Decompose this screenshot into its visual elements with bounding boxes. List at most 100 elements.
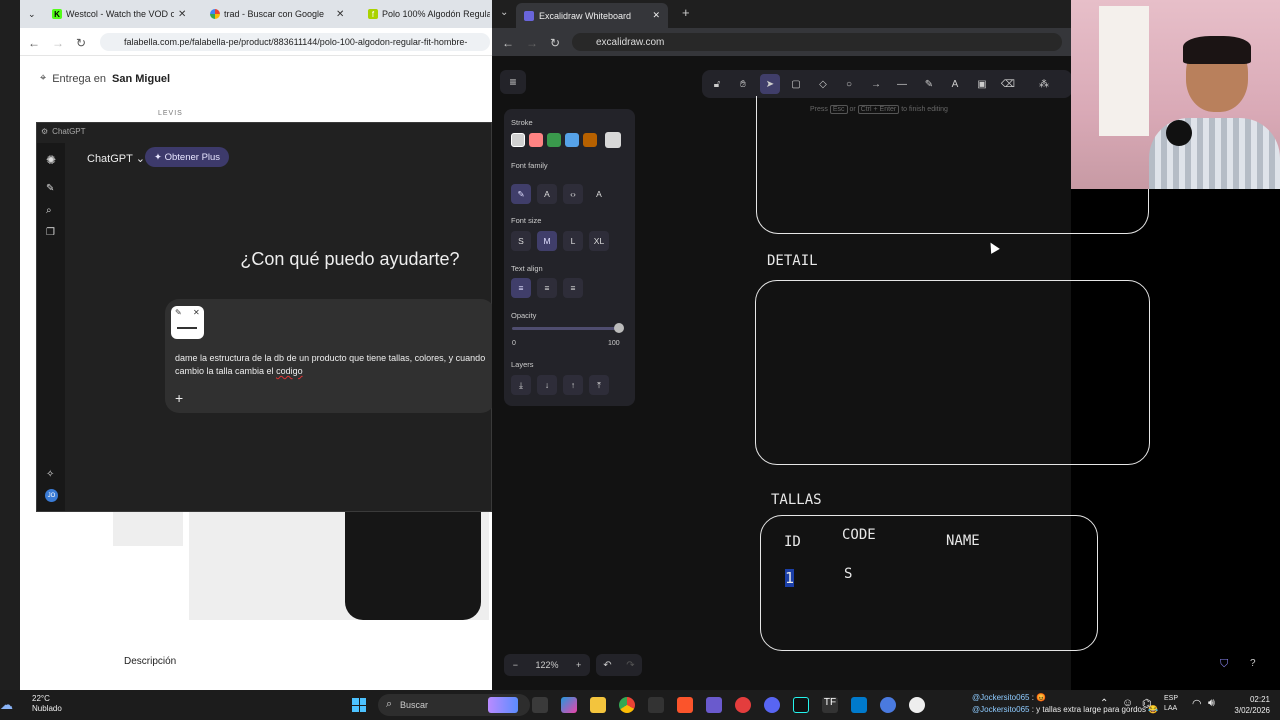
weather-widget[interactable]: 22°C Nublado [32, 694, 62, 714]
shield-icon[interactable]: ⛉ [1220, 658, 1228, 671]
openai-logo-icon[interactable]: ✺ [46, 153, 56, 167]
tab-google[interactable]: trad - Buscar con Google ✕ [210, 4, 350, 24]
bring-forward-icon[interactable]: ↑ [563, 375, 583, 395]
app-icon[interactable] [735, 697, 751, 713]
lock-icon[interactable]: 🔓︎ [707, 74, 727, 94]
stroke-color-swatch[interactable] [511, 133, 525, 147]
align-right-icon[interactable]: ≡ [563, 278, 583, 298]
task-view-icon[interactable] [532, 697, 548, 713]
align-center-icon[interactable]: ≡ [537, 278, 557, 298]
attached-image[interactable]: ✎ ✕ [171, 306, 204, 339]
help-icon[interactable]: ? [1250, 658, 1256, 669]
user-avatar[interactable]: JO [45, 489, 58, 502]
font-size-l[interactable]: L [563, 231, 583, 251]
undo-icon[interactable]: ↶ [603, 660, 611, 671]
font-size-m[interactable]: M [537, 231, 557, 251]
product-thumbnail[interactable] [113, 508, 183, 546]
system-clock[interactable]: 02:21 3/02/2026 [1226, 694, 1270, 716]
font-handdrawn-icon[interactable]: ✎ [511, 184, 531, 204]
entity-box-tallas[interactable] [760, 515, 1098, 651]
wifi-icon[interactable]: ◠ [1192, 697, 1202, 710]
chatgpt-icon[interactable] [909, 697, 925, 713]
forward-icon[interactable]: → [52, 36, 64, 50]
opacity-slider-handle[interactable] [614, 323, 624, 333]
ellipse-icon[interactable]: ○ [839, 74, 859, 94]
reload-icon[interactable]: ↻ [76, 36, 86, 50]
stroke-color-swatch[interactable] [583, 133, 597, 147]
rectangle-icon[interactable]: ▢ [786, 74, 806, 94]
stroke-color-swatch[interactable] [529, 133, 543, 147]
menu-button[interactable]: ≡ [500, 70, 526, 94]
shapes-library-icon[interactable]: ⁂ [1034, 74, 1054, 94]
value-code[interactable]: S [844, 566, 852, 582]
opacity-slider-track[interactable] [512, 327, 622, 330]
url-field[interactable]: excalidraw.com [572, 33, 1062, 51]
product-brand[interactable]: LEVIS [158, 110, 183, 117]
zoom-in-button[interactable]: + [576, 660, 581, 670]
forward-icon[interactable]: → [526, 36, 538, 50]
delivery-location[interactable]: ⌖ Entrega en San Miguel [40, 72, 170, 85]
label-detail[interactable]: DETAIL [767, 253, 818, 269]
font-size-s[interactable]: S [511, 231, 531, 251]
discord-icon[interactable] [764, 697, 780, 713]
arrow-icon[interactable]: → [866, 74, 886, 94]
edit-icon[interactable]: ✎ [175, 308, 182, 317]
bring-to-front-icon[interactable]: ⤒ [589, 375, 609, 395]
sparkle-icon[interactable]: ✧ [46, 469, 54, 480]
back-icon[interactable]: ← [28, 36, 40, 50]
zoom-out-button[interactable]: − [513, 660, 518, 670]
description-heading[interactable]: Descripción [124, 656, 176, 667]
close-icon[interactable]: ✕ [178, 9, 186, 20]
stroke-color-swatch[interactable] [547, 133, 561, 147]
chrome-icon[interactable] [619, 697, 635, 713]
close-icon[interactable]: ✕ [193, 308, 200, 317]
pencil-icon[interactable]: ✎ [919, 74, 939, 94]
message-text[interactable]: dame la estructura de la db de un produc… [175, 352, 495, 378]
library-icon[interactable]: ❐ [46, 227, 55, 238]
image-icon[interactable]: ▣ [972, 74, 992, 94]
get-plus-button[interactable]: ✦ Obtener Plus [145, 147, 230, 167]
entity-box-detail[interactable] [755, 280, 1150, 465]
stroke-color-swatch[interactable] [565, 133, 579, 147]
hand-icon[interactable]: ✋︎ [733, 74, 753, 94]
send-backward-icon[interactable]: ↓ [537, 375, 557, 395]
align-left-icon[interactable]: ≡ [511, 278, 531, 298]
font-code-icon[interactable]: ‹› [563, 184, 583, 204]
vscode-icon[interactable] [851, 697, 867, 713]
reload-icon[interactable]: ↻ [550, 36, 560, 50]
close-icon[interactable]: ✕ [652, 10, 660, 21]
brave-icon[interactable] [677, 697, 693, 713]
text-icon[interactable]: A [945, 74, 965, 94]
line-icon[interactable]: — [892, 74, 912, 94]
tab-excalidraw[interactable]: Excalidraw Whiteboard ✕ [516, 3, 668, 28]
new-tab-button[interactable]: + [682, 5, 690, 20]
tab-westcol[interactable]: K Westcol - Watch the VOD on K ✕ [52, 4, 192, 24]
send-to-back-icon[interactable]: ⤓ [511, 375, 531, 395]
eraser-icon[interactable]: ⌫ [998, 74, 1018, 94]
app-icon[interactable] [706, 697, 722, 713]
volume-icon[interactable]: 🔊︎ [1208, 697, 1215, 710]
chat-composer[interactable]: ✎ ✕ dame la estructura de la db de un pr… [165, 299, 495, 413]
column-code[interactable]: CODE [842, 527, 876, 543]
new-chat-icon[interactable]: ✎ [46, 183, 54, 194]
start-button[interactable] [352, 698, 366, 712]
selection-icon[interactable]: ➤ [760, 74, 780, 94]
diamond-icon[interactable]: ◇ [813, 74, 833, 94]
chevron-up-icon[interactable]: ⌃ [1100, 698, 1108, 709]
network-icon[interactable]: ⌬ [1142, 697, 1152, 710]
tiktok-icon[interactable] [793, 697, 809, 713]
label-tallas[interactable]: TALLAS [771, 492, 822, 508]
app-icon[interactable] [880, 697, 896, 713]
column-name[interactable]: NAME [946, 533, 980, 549]
app-tray-icon[interactable]: ☺ [1122, 697, 1133, 709]
font-picker-icon[interactable]: A [589, 184, 609, 204]
model-selector[interactable]: ChatGPT ⌄ [87, 152, 145, 165]
url-field[interactable]: falabella.com.pe/falabella-pe/product/88… [100, 33, 490, 51]
column-id[interactable]: ID [784, 534, 801, 550]
widget-thumbnail[interactable] [488, 697, 518, 713]
add-attachment-button[interactable]: + [175, 390, 183, 406]
app-icon[interactable] [648, 697, 664, 713]
tab-dropdown-button[interactable]: ⌄ [28, 4, 36, 24]
search-icon[interactable]: ⌕ [46, 205, 52, 216]
custom-color-swatch[interactable] [605, 132, 621, 148]
